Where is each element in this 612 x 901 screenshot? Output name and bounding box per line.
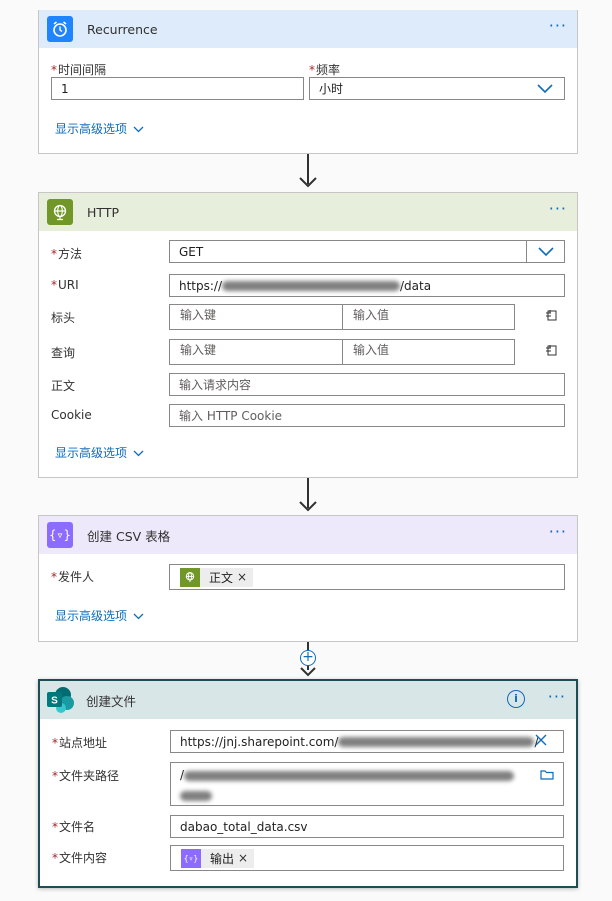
headers-value-input[interactable]: 输入值 — [343, 305, 389, 329]
switch-to-text-icon[interactable] — [545, 309, 558, 324]
queries-row: 输入键 输入值 — [169, 339, 515, 365]
token-label: 正文 — [209, 570, 234, 585]
queries-key-input[interactable]: 输入键 — [170, 340, 343, 364]
chevron-down-icon[interactable] — [526, 241, 564, 262]
redacted-text — [184, 770, 515, 781]
http-header[interactable]: HTTP ··· — [39, 193, 577, 231]
folder-path-input[interactable]: / — [170, 762, 564, 806]
queries-label: 查询 — [51, 346, 76, 360]
queries-value-input[interactable]: 输入值 — [343, 340, 389, 364]
http-advanced-options[interactable]: 显示高级选项 — [55, 444, 144, 461]
globe-icon — [47, 199, 73, 225]
create-file-card: S 创建文件 i ··· *站点地址 https://jnj.sharepoin… — [38, 679, 578, 888]
method-dropdown[interactable]: GET — [169, 240, 565, 263]
headers-row: 输入键 输入值 — [169, 304, 515, 330]
file-name-input[interactable]: dabao_total_data.csv — [170, 815, 564, 838]
clear-icon[interactable] — [535, 734, 547, 749]
file-name-label: *文件名 — [52, 820, 96, 834]
http-title: HTTP — [87, 204, 119, 220]
token-label: 输出 — [210, 851, 235, 866]
chevron-down-icon — [133, 613, 144, 620]
switch-to-text-icon[interactable] — [545, 344, 558, 359]
body-input[interactable]: 输入请求内容 — [169, 373, 565, 396]
svg-text:S: S — [51, 696, 58, 707]
data-operation-icon: {▿} — [47, 522, 73, 548]
folder-path-label: *文件夹路径 — [52, 769, 120, 783]
interval-label: *时间间隔 — [51, 63, 107, 77]
body-token[interactable]: 正文 × — [180, 567, 254, 587]
folder-icon[interactable] — [540, 769, 554, 783]
cookie-input[interactable]: 输入 HTTP Cookie — [169, 404, 565, 427]
body-label: 正文 — [51, 379, 76, 393]
csv-advanced-options[interactable]: 显示高级选项 — [55, 607, 144, 624]
create-csv-more-menu[interactable]: ··· — [549, 522, 567, 542]
chevron-down-icon[interactable] — [526, 78, 564, 99]
from-label: *发件人 — [51, 570, 95, 584]
uri-input[interactable]: https:// /data — [169, 274, 565, 297]
sharepoint-icon: S — [46, 687, 76, 713]
recurrence-title: Recurrence — [87, 21, 158, 37]
method-value: GET — [179, 244, 204, 259]
uri-label: *URI — [51, 278, 79, 292]
arrow-down-icon — [300, 667, 316, 677]
chevron-down-icon — [133, 126, 144, 133]
recurrence-card: Recurrence ··· *时间间隔 1 *频率 小时 显示高级选项 — [38, 10, 578, 154]
create-csv-title: 创建 CSV 表格 — [87, 528, 171, 544]
site-address-label: *站点地址 — [52, 736, 108, 750]
site-address-input[interactable]: https://jnj.sharepoint.com/ / — [170, 730, 564, 753]
globe-icon — [180, 567, 200, 587]
http-card: HTTP ··· *方法 GET *URI https:// /data 标头 … — [38, 192, 578, 478]
recurrence-more-menu[interactable]: ··· — [549, 16, 567, 36]
recurrence-advanced-options[interactable]: 显示高级选项 — [55, 120, 144, 137]
arrow-down-icon — [299, 501, 317, 512]
redacted-text — [180, 790, 212, 801]
recurrence-header[interactable]: Recurrence ··· — [39, 10, 577, 48]
headers-label: 标头 — [51, 311, 76, 325]
frequency-value: 小时 — [319, 82, 344, 96]
method-label: *方法 — [51, 247, 83, 261]
create-csv-header[interactable]: {▿} 创建 CSV 表格 ··· — [39, 516, 577, 554]
from-input[interactable]: 正文 × — [169, 564, 565, 590]
insert-step-button[interactable]: + — [300, 650, 316, 666]
cookie-label: Cookie — [51, 408, 92, 422]
redacted-text — [222, 280, 401, 291]
interval-input[interactable]: 1 — [51, 77, 304, 100]
redacted-text — [338, 736, 535, 747]
headers-key-input[interactable]: 输入键 — [170, 305, 343, 329]
close-icon[interactable]: × — [237, 570, 247, 584]
create-file-more-menu[interactable]: ··· — [548, 687, 566, 707]
file-content-input[interactable]: {▿} 输出 × — [170, 845, 564, 871]
http-more-menu[interactable]: ··· — [549, 199, 567, 219]
create-file-header[interactable]: S 创建文件 i ··· — [40, 681, 576, 719]
data-operation-icon: {▿} — [181, 848, 201, 868]
create-csv-card: {▿} 创建 CSV 表格 ··· *发件人 正文 × 显示高级选项 — [38, 515, 578, 642]
alarm-clock-icon — [47, 16, 73, 42]
frequency-label: *频率 — [309, 63, 341, 77]
file-content-label: *文件内容 — [52, 851, 108, 865]
arrow-down-icon — [299, 177, 317, 188]
output-token[interactable]: {▿} 输出 × — [181, 848, 255, 868]
info-icon[interactable]: i — [507, 690, 525, 708]
chevron-down-icon — [133, 450, 144, 457]
create-file-title: 创建文件 — [86, 693, 137, 709]
frequency-dropdown[interactable]: 小时 — [309, 77, 565, 100]
close-icon[interactable]: × — [238, 851, 248, 865]
